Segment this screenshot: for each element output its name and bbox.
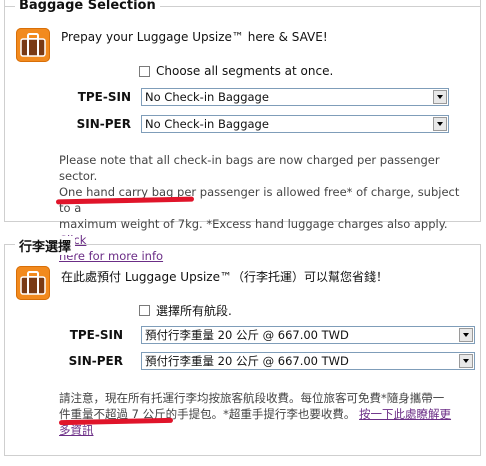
note-line: 多資訊 — [59, 422, 475, 438]
dropdown-arrow-icon[interactable] — [433, 90, 447, 104]
segment-baggage-select[interactable]: No Check-in Baggage — [141, 88, 449, 106]
dropdown-arrow-icon[interactable] — [459, 328, 473, 342]
select-value: No Check-in Baggage — [145, 90, 269, 104]
luggage-icon — [16, 28, 50, 62]
segment-baggage-select[interactable]: 預付行李重量 20 公斤 @ 667.00 TWD — [141, 352, 475, 370]
choose-all-segments[interactable]: Choose all segments at once. — [139, 64, 333, 78]
note-line: 請注意，現在所有托運行李均按旅客航段收費。每位旅客可免費*隨身攜帶一 — [59, 391, 445, 405]
dropdown-arrow-icon[interactable] — [433, 117, 447, 131]
note-line: Please note that all check-in bags are n… — [59, 153, 440, 183]
dropdown-arrow-icon[interactable] — [459, 354, 473, 368]
segment-route-label: SIN-PER — [76, 117, 131, 131]
segment-baggage-select[interactable]: 預付行李重量 20 公斤 @ 667.00 TWD — [141, 326, 475, 344]
choose-all-label: Choose all segments at once. — [156, 64, 334, 78]
segment-route-label: TPE-SIN — [77, 90, 131, 104]
panel-title: Baggage Selection — [15, 0, 160, 13]
panel-title: 行李選擇 — [15, 236, 76, 255]
note-line-text: maximum weight of 7kg. *Excess hand lugg… — [59, 217, 448, 231]
baggage-selection-panel-zh: 行李選擇 在此處預付 Luggage Upsize™（行李托運）可以幫您省錢！ … — [4, 236, 481, 456]
select-value: 預付行李重量 20 公斤 @ 667.00 TWD — [145, 354, 349, 368]
more-info-link[interactable]: 按一下此處瞭解更 — [359, 407, 451, 421]
baggage-note: 請注意，現在所有托運行李均按旅客航段收費。每位旅客可免費*隨身攜帶一 件重量不超… — [59, 390, 475, 438]
choose-all-checkbox[interactable] — [139, 65, 150, 77]
segment-route-label: SIN-PER — [68, 354, 123, 368]
select-value: No Check-in Baggage — [145, 117, 269, 131]
promo-text: 在此處預付 Luggage Upsize™（行李托運）可以幫您省錢！ — [61, 270, 388, 284]
choose-all-segments[interactable]: 選擇所有航段. — [139, 302, 232, 319]
choose-all-label: 選擇所有航段. — [156, 304, 232, 318]
more-info-link[interactable]: 多資訊 — [59, 423, 94, 437]
panel-divider — [5, 244, 480, 245]
promo-text: Prepay your Luggage Upsize™ here & SAVE! — [61, 30, 328, 44]
segment-route-label: TPE-SIN — [69, 328, 123, 342]
segment-baggage-select[interactable]: No Check-in Baggage — [141, 115, 449, 133]
baggage-selection-panel: Baggage Selection Prepay your Luggage Up… — [4, 0, 481, 263]
select-value: 預付行李重量 20 公斤 @ 667.00 TWD — [145, 328, 349, 342]
choose-all-checkbox[interactable] — [139, 305, 150, 316]
luggage-icon — [16, 266, 50, 300]
